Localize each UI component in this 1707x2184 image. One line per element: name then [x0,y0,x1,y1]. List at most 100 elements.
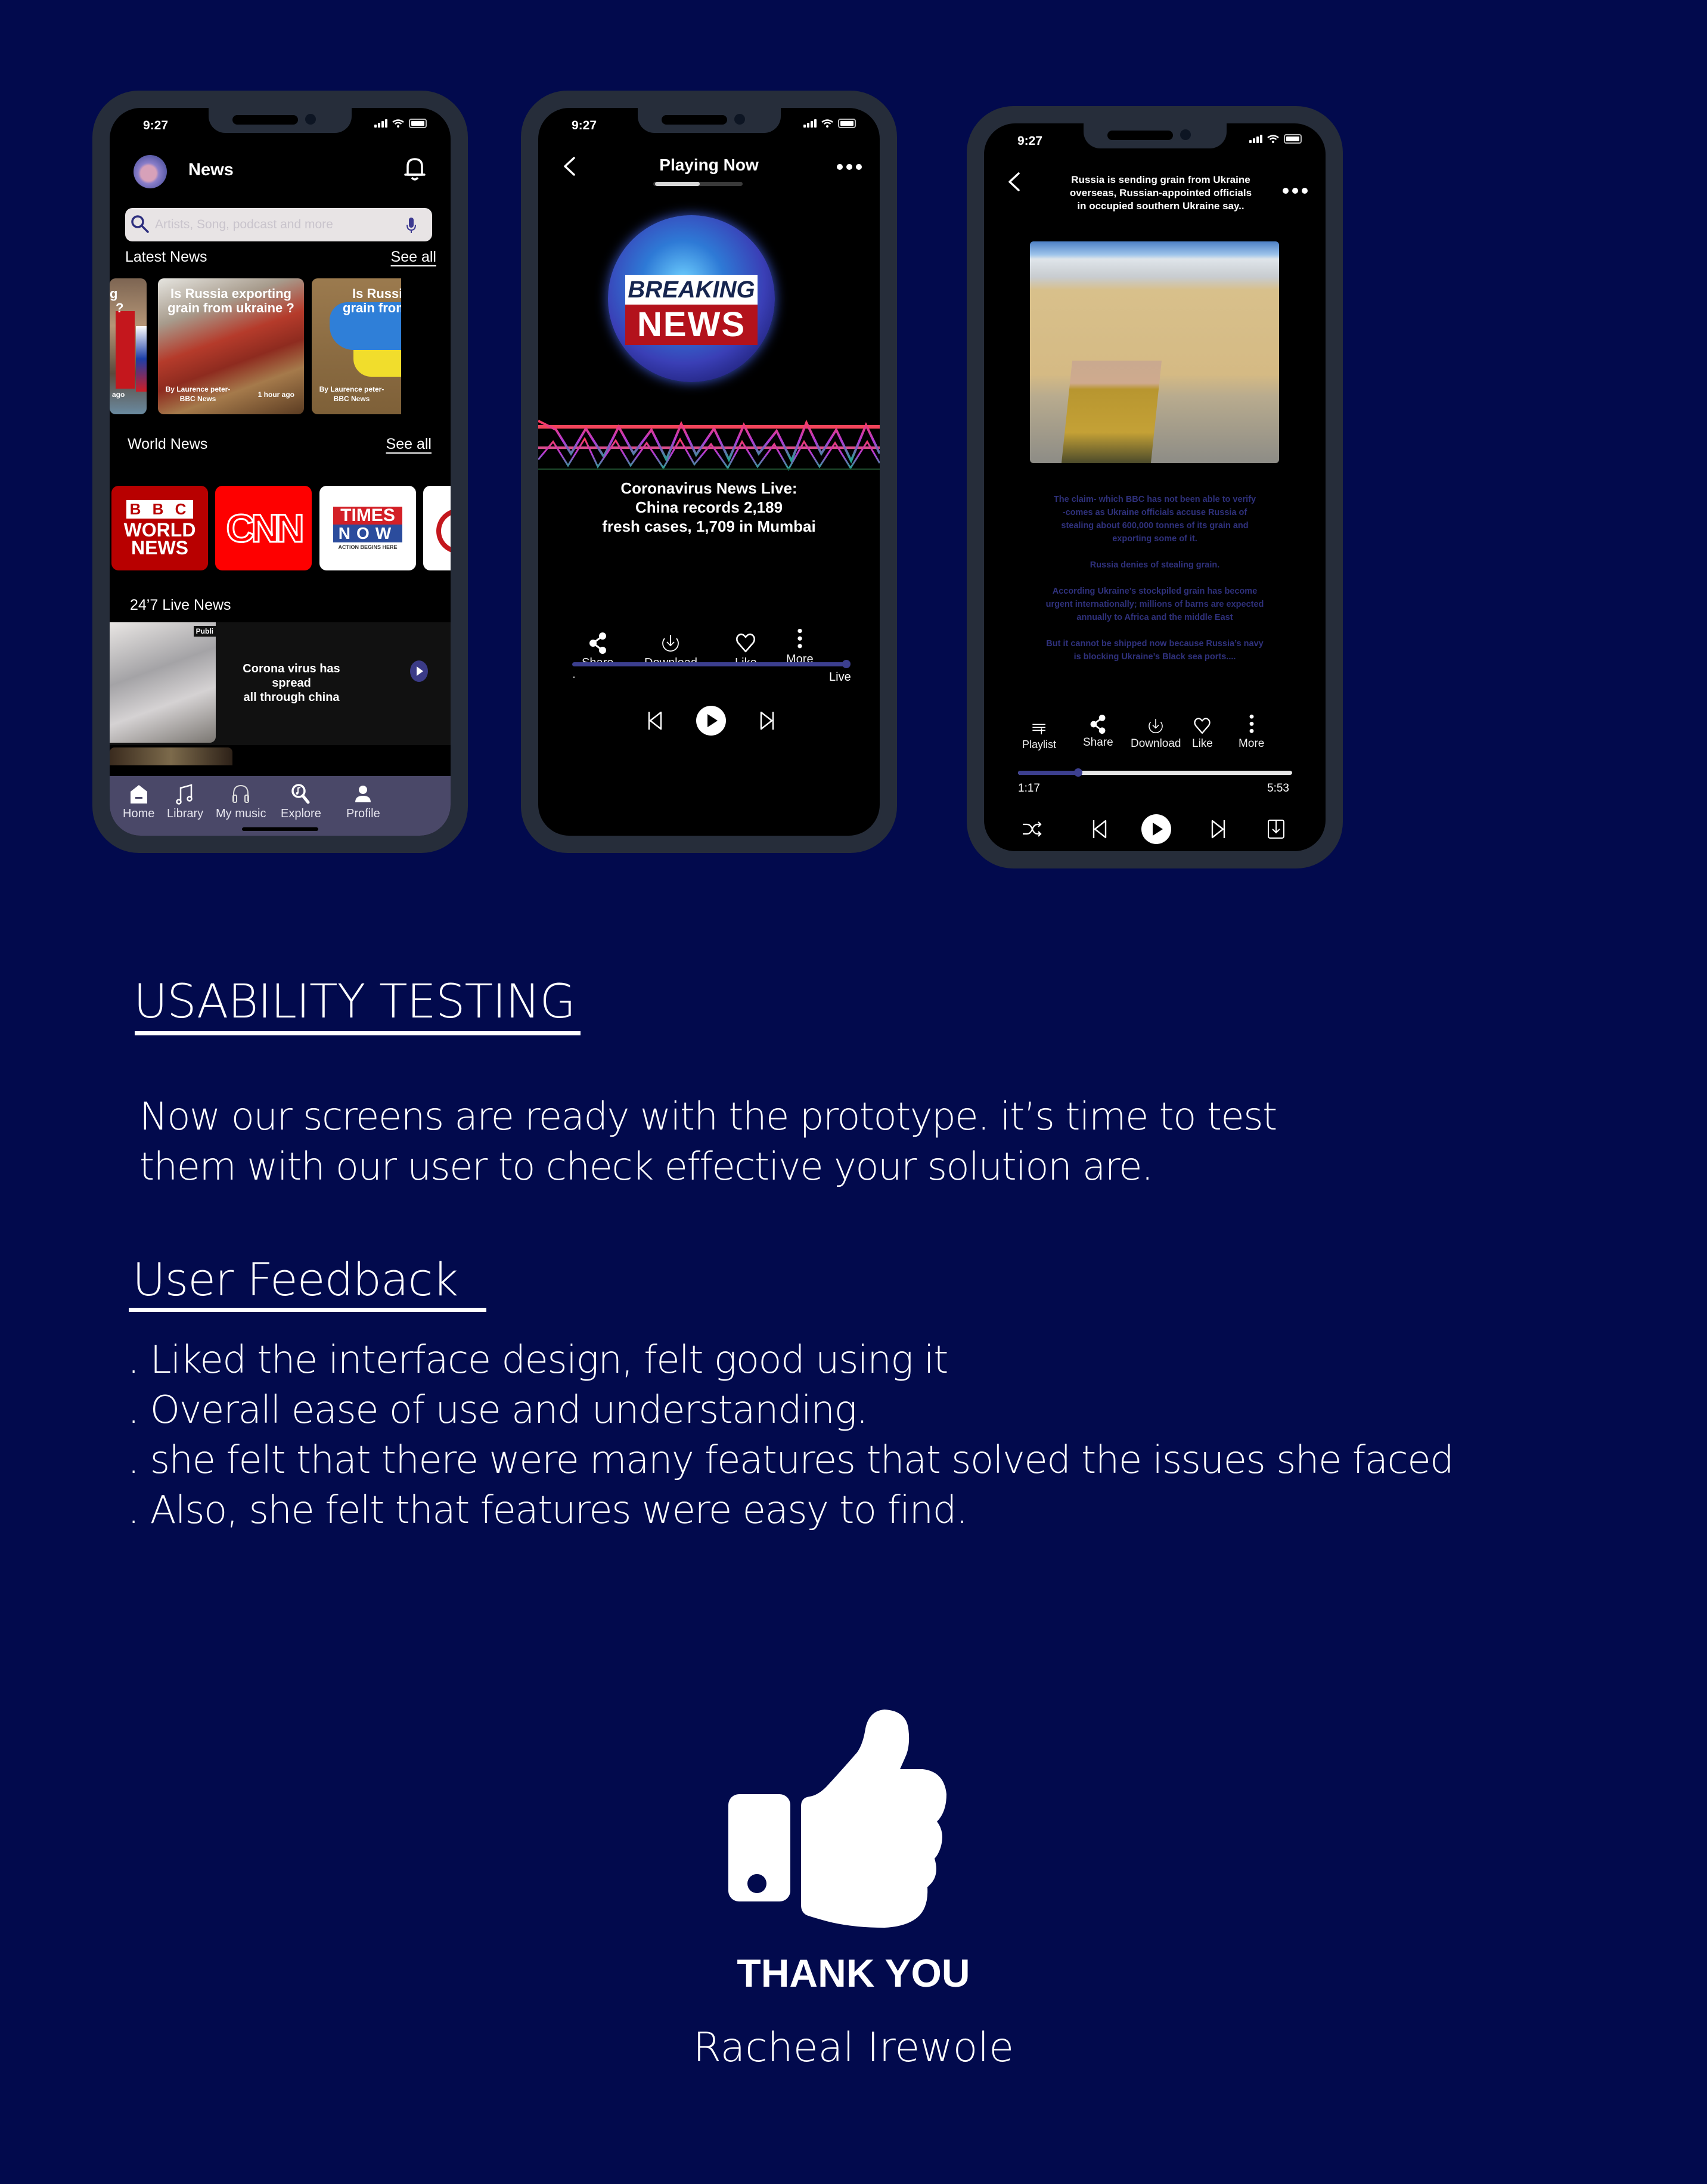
progress-thumb[interactable] [1074,768,1083,777]
byline-line: BBC News [333,395,370,403]
shuffle-button[interactable] [1021,818,1042,840]
music-note-icon [175,784,193,805]
progress-thumb[interactable] [842,660,851,668]
more-options-icon[interactable] [837,164,862,170]
playback-progress-bar[interactable] [572,660,851,668]
signal-icon [803,119,817,128]
share-button[interactable]: Share [1083,713,1113,749]
download-icon [662,635,679,652]
card-time: ago [112,390,125,399]
play-icon [707,714,718,727]
channel-bbc-world-news[interactable]: B B C WORLD NEWS [111,486,208,570]
thumbs-up-icon [728,1710,946,1928]
status-time: 9:27 [143,119,169,132]
live-title-line: Corona virus has spread [243,662,340,690]
more-button[interactable]: More [1239,713,1264,750]
status-time: 9:27 [1017,134,1043,148]
play-button[interactable] [410,660,428,682]
paragraph-line: The claim- which BBC has not been able t… [1053,495,1256,504]
notification-bell-icon[interactable] [403,156,427,182]
previous-track-button[interactable] [647,710,663,731]
heading-underline [135,1031,581,1035]
channel-cnn[interactable]: CNN [215,486,312,570]
more-options-icon[interactable] [1283,188,1308,194]
previous-track-button[interactable] [1092,818,1107,840]
paragraph-line: exporting some of it. [1112,534,1197,544]
ukraine-map-yellow [353,350,401,377]
tab-library[interactable]: Library [167,783,203,821]
feedback-item: . Also, she felt that features were easy… [128,1488,968,1532]
save-download-button[interactable] [1267,818,1286,840]
card-headline: Is Russia exporting grain from ukraine ? [158,287,304,315]
byline-line: By Laurence peter- [165,385,231,393]
play-button[interactable] [696,706,726,736]
tab-explore[interactable]: Explore [281,783,321,821]
tab-home[interactable]: Home [123,783,154,821]
news-card[interactable]: Is Russia exporting grain from ukraine ?… [158,278,304,414]
channel-partial-logo [436,508,451,554]
live-news-thumbnail-next[interactable] [110,747,232,765]
page-title: News [188,160,234,179]
thank-you-text: THANK YOU [737,1951,970,1995]
status-icons [803,119,856,128]
heart-icon [736,633,756,653]
news-card[interactable]: Is Russia e grain from By Laurence peter… [312,278,401,414]
search-icon [131,215,149,233]
article-paragraph: Russia denies of stealing grain. [1005,559,1304,572]
card-headline-fragment: g ? [110,287,123,315]
battery-icon [409,119,427,128]
next-track-button[interactable] [1211,818,1226,840]
card-headline-line: ? [116,300,124,315]
title-line: China records 2,189 [635,498,783,516]
microphone-icon[interactable] [406,216,417,234]
search-input[interactable]: Artists, Song, podcast and more [125,208,432,241]
paragraph-line: urgent internationally; millions of barn… [1045,600,1264,609]
channel-partial[interactable] [423,486,451,570]
paragraph-line: annually to Africa and the middle East [1076,613,1233,622]
feedback-list: . Liked the interface design, felt good … [128,1335,1454,1535]
latest-news-see-all-link[interactable]: See all [391,249,436,266]
like-button[interactable]: Like [1192,716,1213,750]
download-button[interactable]: Download [1131,716,1181,750]
news-card[interactable]: g ? ago [110,278,147,414]
article-body: The claim- which BBC has not been able t… [1005,493,1304,677]
tab-label: Profile [346,807,380,820]
feedback-item: . Overall ease of use and understanding. [128,1388,868,1432]
card-headline-line: grain from [343,300,401,315]
article-screen: 9:27 Russia is sending grain from Ukrain… [984,123,1326,851]
tab-profile[interactable]: Profile [346,783,380,821]
breaking-news-banner: BREAKING NEWS [625,275,758,345]
notch [637,108,781,133]
live-news-item[interactable]: Publi Corona virus has spread all throug… [110,622,451,745]
times-now-tagline: ACTION BEGINS HERE [338,544,398,550]
home-icon [130,785,147,804]
audio-waveform [538,419,880,471]
share-icon [1090,715,1106,734]
tab-my-music[interactable]: My music [216,783,266,821]
now-playing-title: Coronavirus News Live: China records 2,1… [538,479,880,536]
play-button[interactable] [1141,814,1171,844]
flag-turkey [116,311,135,389]
world-news-see-all-link[interactable]: See all [386,436,432,453]
title-line: overseas, Russian-appointed officials [1069,187,1252,198]
card-time: 1 hour ago [257,390,294,399]
user-avatar[interactable] [134,155,167,188]
playback-progress-bar[interactable] [1018,768,1292,777]
more-button[interactable]: More [786,628,814,666]
progress-fill [1018,771,1079,775]
back-arrow-icon[interactable] [1007,171,1021,193]
next-track-button[interactable] [759,710,775,731]
profile-icon [355,786,371,802]
card-byline: By Laurence peter- BBC News [319,384,384,404]
paragraph-line: But it cannot be shipped now because Rus… [1046,639,1264,649]
action-label: Like [1192,737,1213,750]
player-header: Playing Now [538,148,880,184]
news-text: NEWS [625,305,758,345]
channel-times-now[interactable]: TIMES NOW ACTION BEGINS HERE [319,486,416,570]
card-headline-line: Is Russia exporting [170,286,291,301]
home-indicator [242,827,318,831]
playlist-button[interactable]: Playlist [1022,719,1056,751]
byline-line: By Laurence peter- [319,385,384,393]
live-news-title: Corona virus has spread all through chin… [223,662,360,705]
bbc-news-text: NEWS [131,536,188,559]
